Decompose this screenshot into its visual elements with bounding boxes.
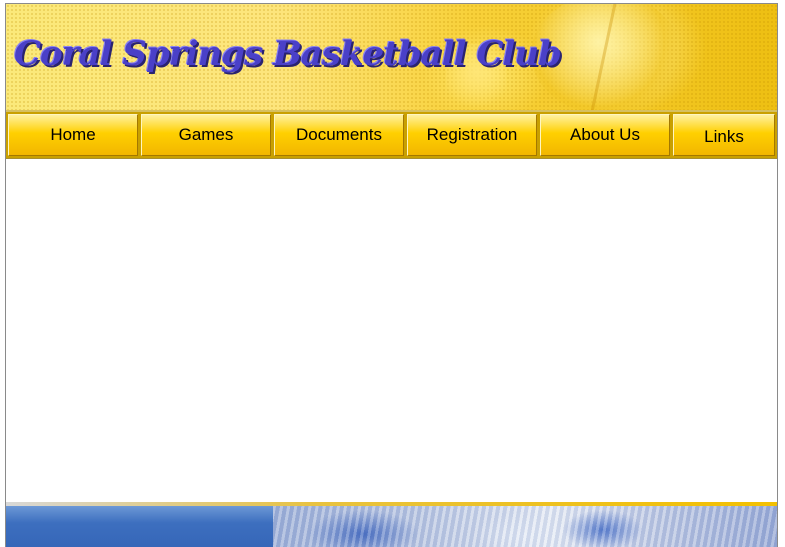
nav-registration-label: Registration	[426, 125, 518, 144]
nav-about-us-label: About Us	[570, 125, 640, 144]
nav-games-button[interactable]: Games	[141, 114, 271, 156]
nav-games-label: Games	[178, 125, 234, 144]
nav-about-us-button[interactable]: About Us	[540, 114, 670, 156]
nav-home-label: Home	[50, 125, 96, 144]
nav-links-button[interactable]: Links	[673, 114, 775, 156]
nav-documents-label: Documents	[296, 125, 382, 144]
nav-documents-button[interactable]: Documents	[274, 114, 404, 156]
footer-photo-texture	[273, 506, 777, 547]
main-navigation: Home Games Documents Registration About …	[6, 112, 777, 158]
site-header-banner: Coral Springs Basketball Club	[6, 4, 777, 114]
nav-links-label: Links	[704, 126, 744, 146]
footer-player-photo	[273, 506, 777, 547]
nav-registration-button[interactable]: Registration	[407, 114, 537, 156]
site-title-logo: Coral Springs Basketball Club	[14, 34, 562, 74]
footer-blue-panel	[6, 506, 273, 547]
page-frame: Coral Springs Basketball Club Home Games…	[5, 3, 778, 547]
nav-home-button[interactable]: Home	[8, 114, 138, 156]
main-content-area	[6, 158, 777, 503]
